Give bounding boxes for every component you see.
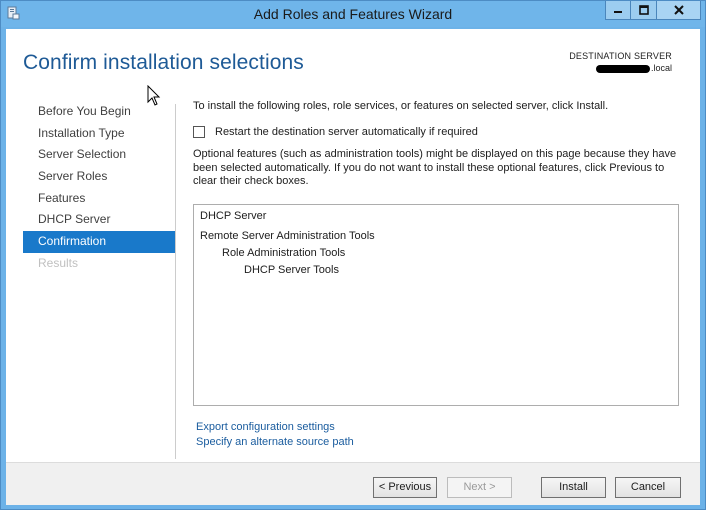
wizard-window: Add Roles and Features Wizard Confirm in…	[0, 0, 706, 510]
destination-server-label: DESTINATION SERVER	[569, 51, 672, 61]
destination-server-domain: .local	[650, 63, 672, 73]
selection-item: DHCP Server Tools	[244, 264, 339, 276]
minimize-button[interactable]	[605, 1, 631, 20]
restart-label[interactable]: Restart the destination server automatic…	[215, 126, 478, 138]
cancel-button[interactable]: Cancel	[615, 477, 681, 498]
nav-item-server-roles[interactable]: Server Roles	[23, 166, 175, 188]
intro-text: To install the following roles, role ser…	[193, 100, 609, 112]
restart-option[interactable]: Restart the destination server automatic…	[193, 126, 478, 138]
window-title: Add Roles and Features Wizard	[253, 6, 453, 22]
close-button[interactable]	[657, 1, 701, 20]
wizard-client-area: Confirm installation selections DESTINAT…	[6, 29, 700, 505]
selection-item: Role Administration Tools	[222, 247, 346, 259]
nav-divider	[175, 104, 176, 459]
page-title: Confirm installation selections	[23, 51, 304, 74]
nav-item-installation-type[interactable]: Installation Type	[23, 123, 175, 145]
redaction-mark	[595, 64, 650, 73]
nav-item-dhcp-server[interactable]: DHCP Server	[23, 209, 175, 231]
optional-features-note: Optional features (such as administratio…	[193, 148, 677, 187]
nav-item-results: Results	[38, 255, 79, 270]
links-area: Export configuration settings Specify an…	[196, 420, 354, 450]
close-icon	[673, 5, 684, 15]
wizard-nav: Before You Begin Installation Type Serve…	[23, 101, 175, 275]
selections-list[interactable]: DHCP Server Remote Server Administration…	[193, 204, 679, 406]
minimize-icon	[614, 11, 622, 13]
button-bar: < Previous Next > Install Cancel	[6, 462, 700, 505]
maximize-button[interactable]	[631, 1, 657, 20]
nav-item-features[interactable]: Features	[23, 188, 175, 210]
restart-checkbox[interactable]	[193, 126, 205, 138]
selection-item: Remote Server Administration Tools	[200, 230, 375, 242]
window-controls	[605, 1, 701, 21]
nav-item-confirmation[interactable]: Confirmation	[23, 231, 175, 253]
selection-item: DHCP Server	[200, 210, 267, 222]
destination-server: DESTINATION SERVER .local	[569, 51, 672, 73]
alternate-source-link[interactable]: Specify an alternate source path	[196, 435, 354, 450]
previous-button[interactable]: < Previous	[373, 477, 437, 498]
export-configuration-link[interactable]: Export configuration settings	[196, 420, 354, 435]
next-button: Next >	[447, 477, 512, 498]
destination-server-value: .local	[569, 63, 672, 73]
maximize-icon	[638, 5, 649, 15]
title-bar[interactable]: Add Roles and Features Wizard	[1, 1, 705, 27]
nav-item-server-selection[interactable]: Server Selection	[23, 144, 175, 166]
install-button[interactable]: Install	[541, 477, 606, 498]
mouse-pointer-icon	[147, 85, 161, 106]
